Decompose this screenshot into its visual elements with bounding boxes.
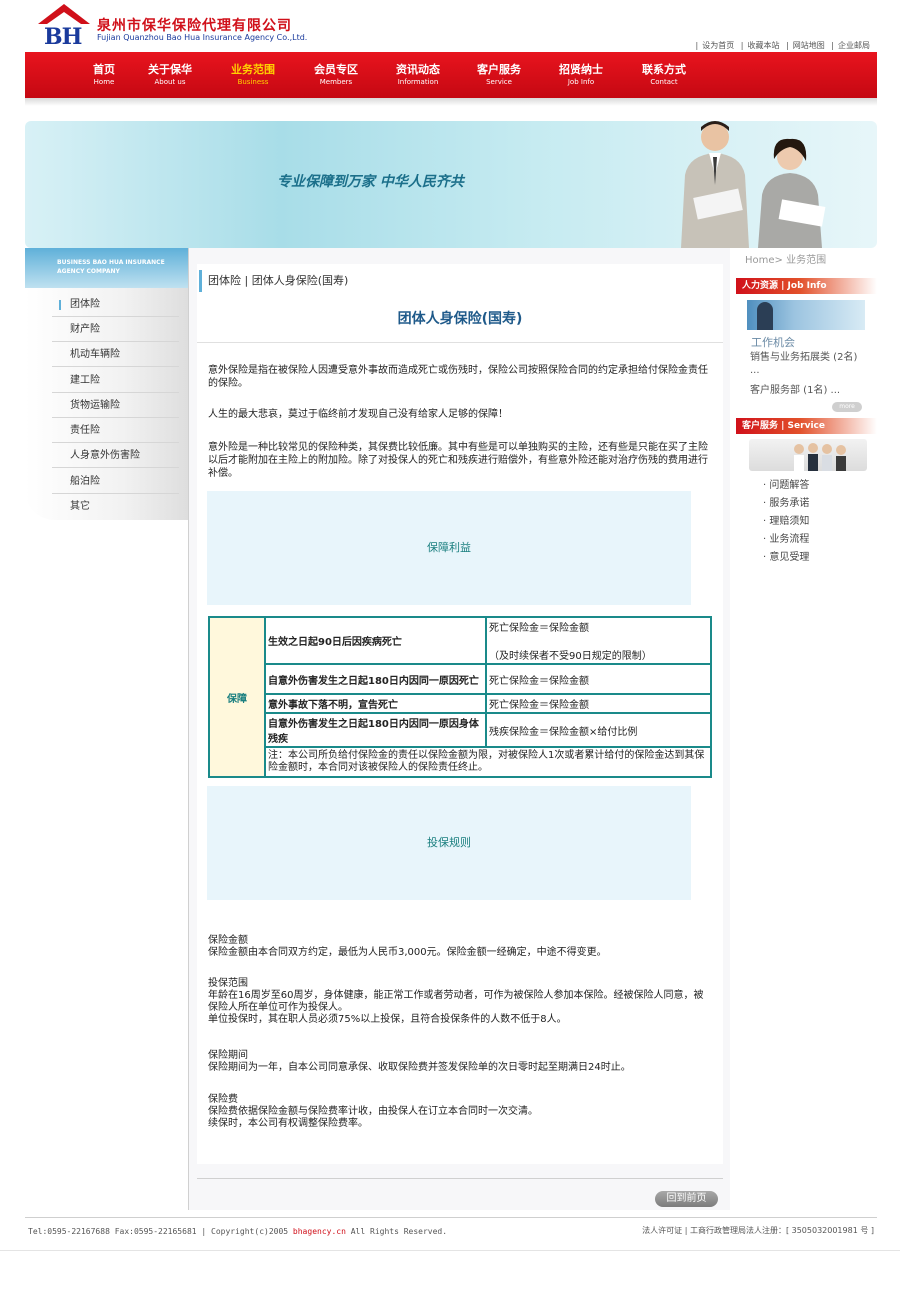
rule-text: 保险金额由本合同双方约定，最低为人民币3,000元。保险金额一经确定，中途不得变… (208, 947, 607, 958)
service-link-process[interactable]: · 业务流程 (763, 530, 809, 545)
rule-block: 投保范围 年龄在16周岁至60周岁，身体健康，能正常工作或者劳动者，可作为被保险… (208, 978, 713, 1026)
bookmark-link[interactable]: 收藏本站 (748, 41, 780, 50)
footer-license: 法人许可证 | 工商行政管理局法人注册：[ 3505032001981 号 ] (642, 1226, 874, 1235)
footer-copyright: Tel:0595-22167688 Fax:0595-22165681 | Co… (28, 1227, 448, 1236)
table-cell: 自意外伤害发生之日起180日内因同一原因死亡 (264, 663, 487, 695)
benefit-table: 保障 生效之日起90日后因疾病死亡 死亡保险金＝保险金额 （及时续保者不受90日… (208, 616, 712, 778)
divider (0, 1250, 900, 1251)
footer-domain-link[interactable]: bhagency.cn (293, 1227, 346, 1236)
company-name-cn: 泉州市保华保险代理有限公司 (97, 18, 292, 34)
table-note: 注：本公司所负给付保险金的责任以保险金额为限，对被保险人1次或者累计给付的保险金… (264, 746, 712, 778)
left-sidebar-header: BUSINESS BAO HUA INSURANCE AGENCY COMPAN… (25, 248, 188, 288)
hr-title: 工作机会 (751, 336, 795, 349)
back-button[interactable]: 回到前页 (655, 1191, 718, 1207)
nav-about[interactable]: 关于保华 About us (135, 61, 205, 86)
nav-members[interactable]: 会员专区 Members (301, 61, 371, 86)
site-header: BH 泉州市保华保险代理有限公司 Fujian Quanzhou Bao Hua… (0, 0, 900, 52)
rule-text: 年龄在16周岁至60周岁，身体健康，能正常工作或者劳动者，可作为被保险人参加本保… (208, 990, 704, 1013)
sidebar-item-marine[interactable]: 船泊险 (52, 469, 179, 494)
table-row: 自意外伤害发生之日起180日内因同一原因死亡 死亡保险金＝保险金额 (209, 663, 712, 695)
sidebar-item-property[interactable]: 财产险 (52, 317, 179, 342)
team-icon (794, 443, 846, 471)
nav-shadow (25, 98, 877, 106)
rule-text: 单位投保时，其在职人员必须75%以上投保，且符合投保条件的人数不低于8人。 (208, 1014, 567, 1025)
benefit-section-title: 保障利益 (207, 491, 691, 605)
table-label: 保障 (208, 616, 266, 778)
logo-text: BH (44, 24, 82, 50)
rule-text: 续保时，本公司有权调整保险费率。 (208, 1118, 368, 1129)
more-button[interactable]: more (832, 402, 862, 412)
job-link[interactable]: 客户服务部 (1名) ... (750, 384, 865, 397)
table-cell: 自意外伤害发生之日起180日内因同一原因身体残疾 (264, 712, 487, 748)
top-links: | 设为首页 | 收藏本站 | 网站地图 | 企业邮局 (695, 41, 870, 50)
set-homepage-link[interactable]: 设为首页 (702, 41, 734, 50)
sidebar-item-accident[interactable]: 人身意外伤害险 (52, 443, 179, 468)
service-link-claims[interactable]: · 理赔须知 (763, 512, 809, 527)
table-row: 保障 生效之日起90日后因疾病死亡 死亡保险金＝保险金额 （及时续保者不受90日… (208, 616, 712, 778)
sitemap-link[interactable]: 网站地图 (793, 41, 825, 50)
nav-service[interactable]: 客户服务 Service (464, 61, 534, 86)
sidebar-item-cargo[interactable]: 货物运输险 (52, 393, 179, 418)
divider (25, 1217, 877, 1218)
nav-contact[interactable]: 联系方式 Contact (629, 61, 699, 86)
table-cell: 残疾保险金＝保险金额×给付比例 (485, 712, 712, 748)
page-title: 团体人身保险(国寿) (397, 311, 523, 327)
company-name-en: Fujian Quanzhou Bao Hua Insurance Agency… (97, 33, 308, 42)
sidebar-item-liability[interactable]: 责任险 (52, 418, 179, 443)
left-sidebar-header-text: BUSINESS BAO HUA INSURANCE AGENCY COMPAN… (57, 259, 165, 275)
table-cell: 死亡保险金＝保险金额 （及时续保者不受90日规定的限制） (485, 616, 712, 665)
main-nav: 首页 Home 关于保华 About us 业务范围 Business 会员专区 Mem… (25, 52, 877, 98)
nav-home[interactable]: 首页 Home (69, 61, 139, 86)
rule-title: 保险费 (208, 1094, 238, 1105)
job-link[interactable]: 销售与业务拓展类 (2名) ... (750, 351, 865, 377)
table-row: 意外事故下落不明，宣告死亡 死亡保险金＝保险金额 (209, 693, 712, 714)
company-logo[interactable]: BH (38, 4, 90, 50)
businessman-illustration (681, 121, 749, 248)
table-row: 自意外伤害发生之日起180日内因同一原因身体残疾 残疾保险金＝保险金额×给付比例 (209, 712, 712, 748)
hr-section-header: 人力资源 | Job Info (736, 278, 877, 294)
nav-information[interactable]: 资讯动态 Information (383, 61, 453, 86)
service-link-feedback[interactable]: · 意见受理 (763, 548, 809, 563)
sidebar-item-other[interactable]: 其它 (52, 494, 179, 519)
service-link-faq[interactable]: · 问题解答 (763, 476, 809, 491)
table-cell: 生效之日起90日后因疾病死亡 (264, 616, 487, 665)
table-cell: 死亡保险金＝保险金额 (485, 663, 712, 695)
intro-paragraph: 意外保险是指在被保险人因遭受意外事故而造成死亡或伤残时，保险公司按照保险合同的约… (208, 365, 708, 389)
rule-text: 保险期间为一年，自本公司同意承保、收取保险费并签发保险单的次日零时起至期满日24… (208, 1062, 631, 1073)
breadcrumb: 团体险 | 团体人身保险(国寿) (199, 270, 348, 292)
left-sidebar: 团体险 财产险 机动车辆险 建工险 货物运输险 责任险 人身意外伤害险 船泊险 … (25, 288, 188, 520)
divider (197, 1178, 723, 1179)
table-row: 注：本公司所负给付保险金的责任以保险金额为限，对被保险人1次或者累计给付的保险金… (209, 746, 712, 778)
table-cell: 意外事故下落不明，宣告死亡 (264, 693, 487, 714)
hr-banner-image (747, 300, 865, 330)
banner-slogan: 专业保障到万家 中华人民齐共 (277, 174, 464, 190)
intro-paragraph: 意外险是一种比较常见的保险种类，其保费比较低廉。其中有些是可以单独购买的主险，还… (208, 442, 708, 479)
table-cell: 死亡保险金＝保险金额 (485, 693, 712, 714)
sidebar-item-vehicle[interactable]: 机动车辆险 (52, 342, 179, 367)
rule-text: 保险费依据保险金额与保险费率计收，由投保人在订立本合同时一次交清。 (208, 1106, 538, 1117)
divider (197, 342, 723, 343)
rule-title: 投保范围 (208, 978, 248, 989)
sidebar-item-construction[interactable]: 建工险 (52, 368, 179, 393)
service-section-header: 客户服务 | Service (736, 418, 877, 434)
webmail-link[interactable]: 企业邮局 (838, 41, 870, 50)
right-sidebar: Home> 业务范围 人力资源 | Job Info 工作机会 销售与业务拓展类… (730, 248, 877, 1210)
intro-paragraph: 人生的最大悲哀，莫过于临终前才发现自己没有给家人足够的保障！ (208, 409, 508, 420)
rule-block: 保险费 保险费依据保险金额与保险费率计收，由投保人在订立本合同时一次交清。 续保… (208, 1094, 713, 1130)
service-team-image (749, 439, 867, 471)
service-link-commitment[interactable]: · 服务承诺 (763, 494, 809, 509)
rule-title: 保险期间 (208, 1050, 248, 1061)
rule-block: 保险期间 保险期间为一年，自本公司同意承保、收取保险费并签发保险单的次日零时起至… (208, 1050, 713, 1074)
businesswoman-illustration (758, 138, 826, 248)
rule-block: 保险金额 保险金额由本合同双方约定，最低为人民币3,000元。保险金额一经确定，… (208, 935, 713, 959)
nav-business[interactable]: 业务范围 Business (218, 61, 288, 86)
sidebar-item-group-insurance[interactable]: 团体险 (52, 292, 179, 317)
right-breadcrumb[interactable]: Home> 业务范围 (745, 251, 826, 266)
main-content: 团体险 | 团体人身保险(国寿) 团体人身保险(国寿) 意外保险是指在被保险人因… (188, 248, 730, 1210)
hero-banner: 专业保障到万家 中华人民齐共 (25, 121, 877, 248)
nav-jobs[interactable]: 招贤纳士 Job Info (546, 61, 616, 86)
rule-title: 保险金额 (208, 935, 248, 946)
rules-section-title: 投保规则 (207, 786, 691, 900)
